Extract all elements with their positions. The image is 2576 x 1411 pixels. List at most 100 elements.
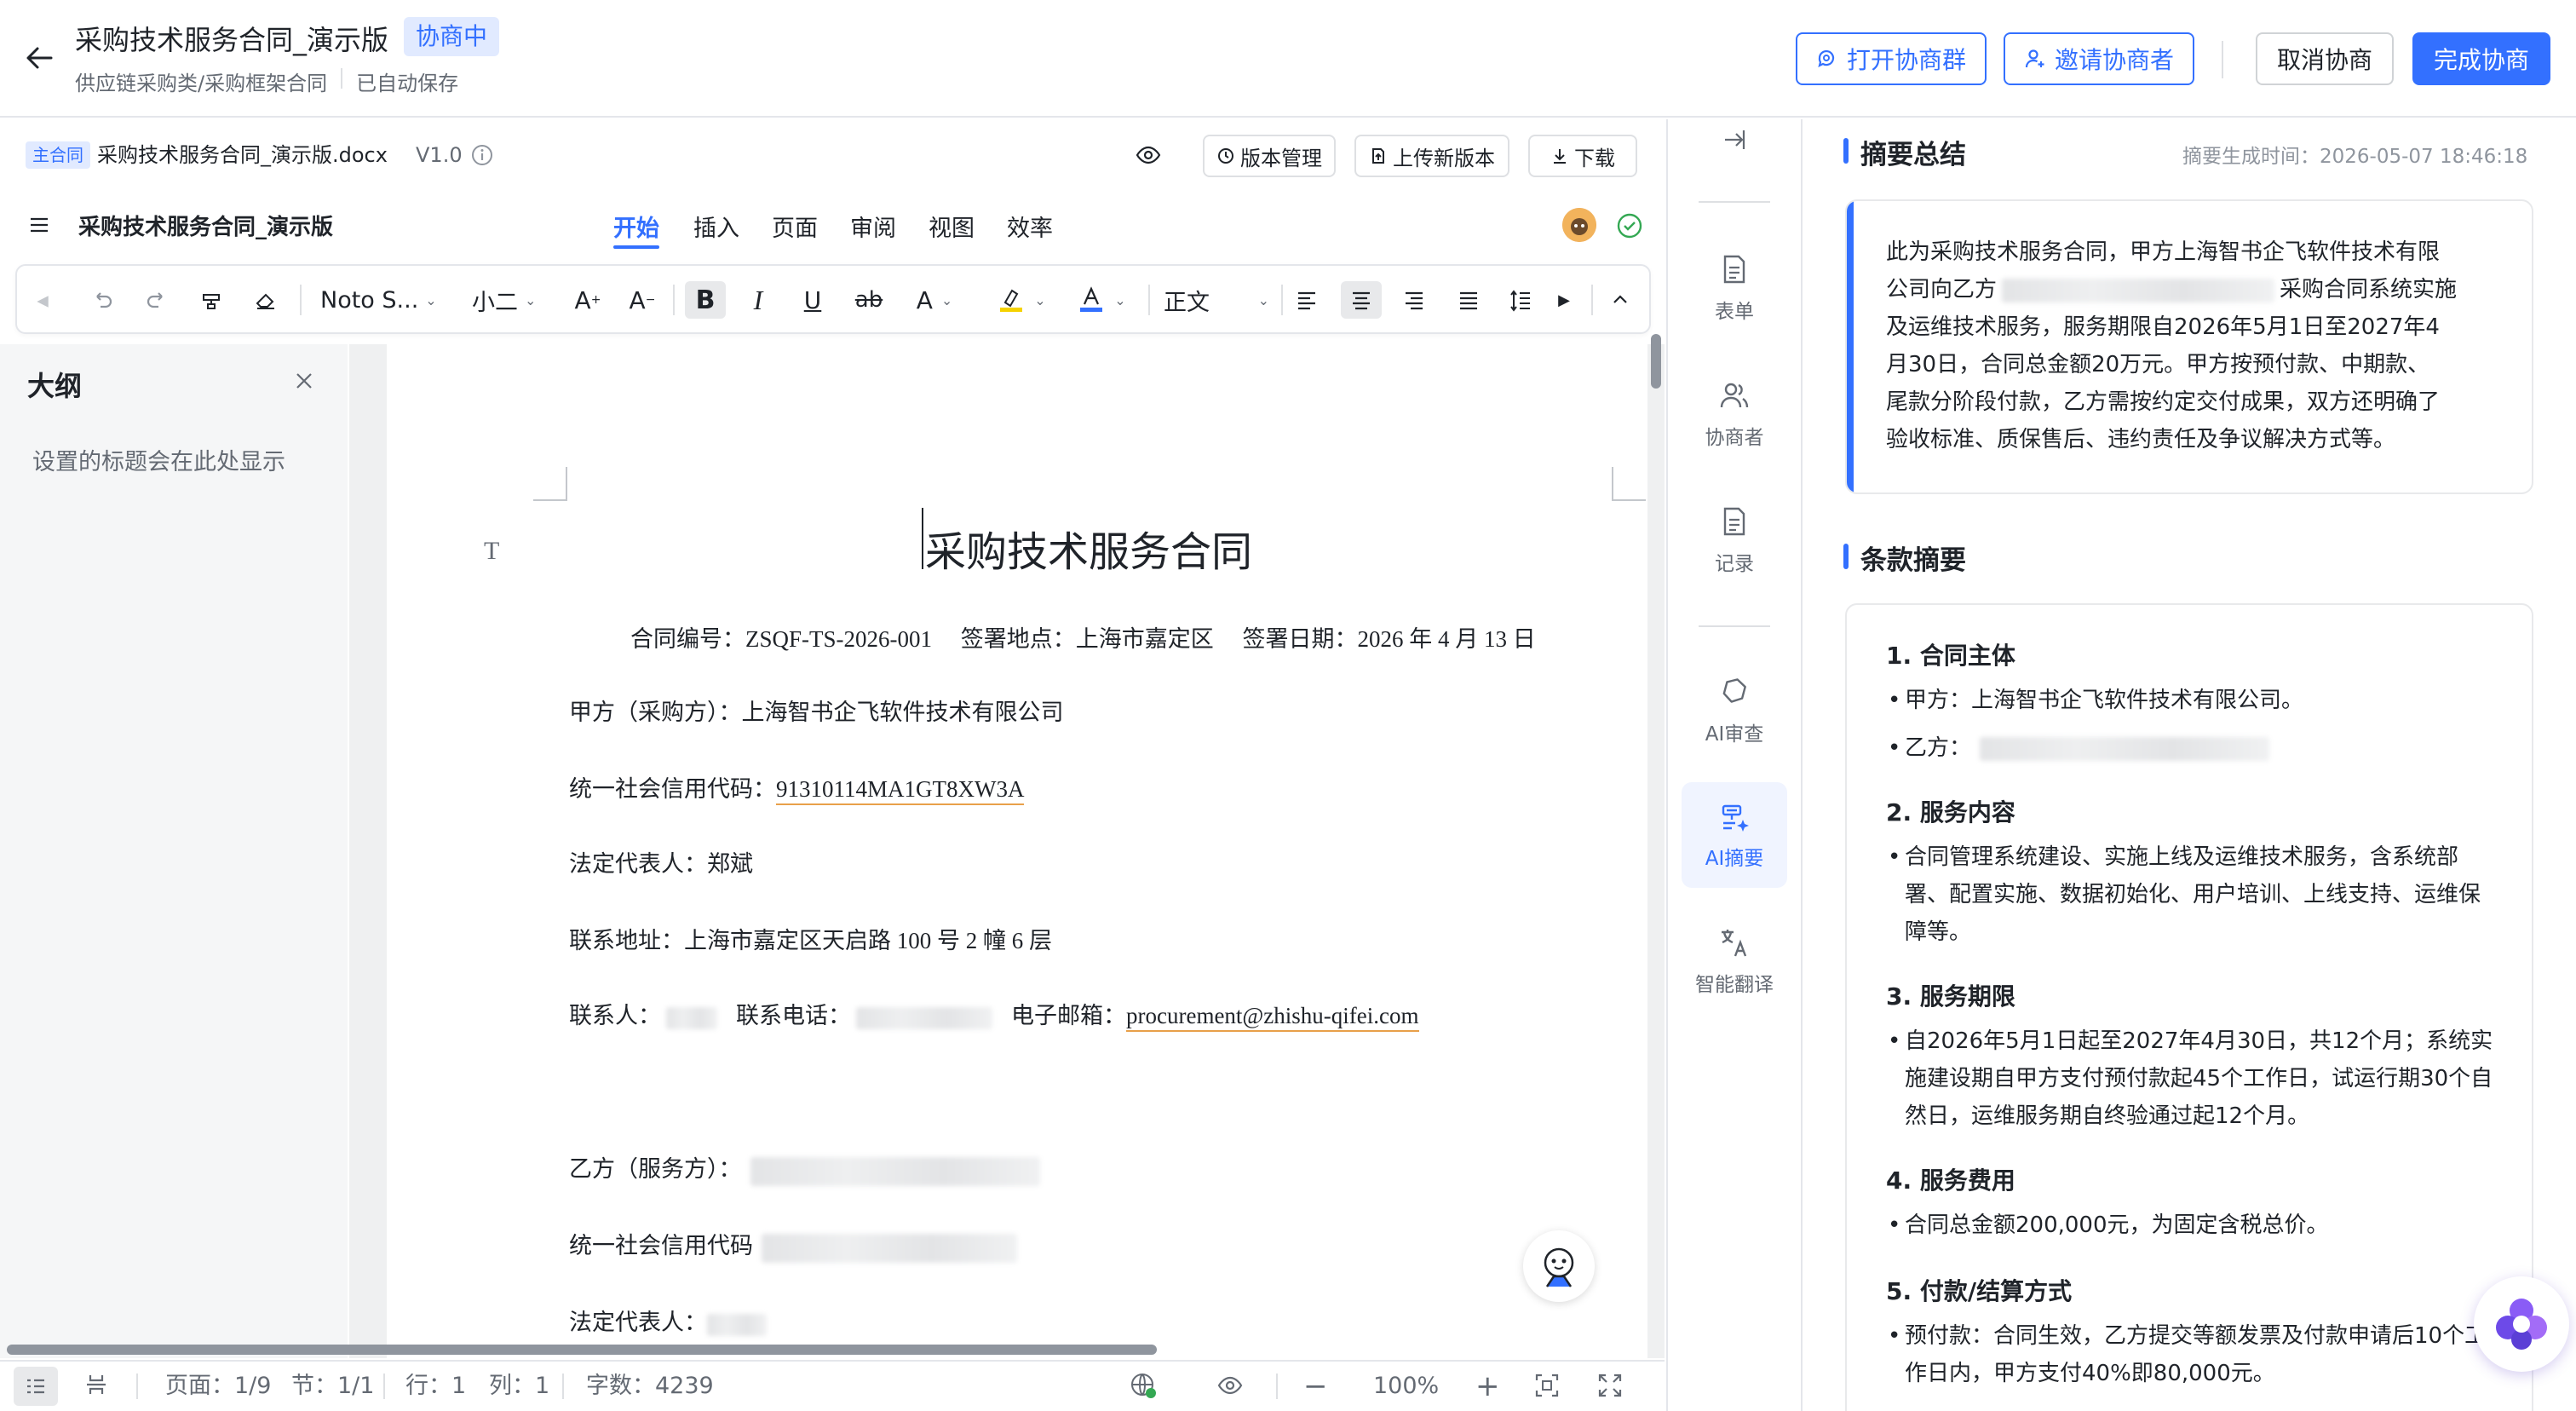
font-family-select[interactable]: Noto S... ⌄	[320, 281, 448, 319]
rail-translate[interactable]: 智能翻译	[1682, 908, 1787, 1014]
divider	[136, 1374, 138, 1399]
divider	[673, 285, 675, 315]
tab-review[interactable]: 审阅	[850, 210, 896, 243]
invite-label: 邀请协商者	[2054, 46, 2174, 74]
term-heading: 5. 付款/结算方式	[1886, 1277, 2073, 1305]
font-color-icon[interactable]: ⌄	[1070, 281, 1133, 319]
party-b-credit-line: 统一社会信用代码	[569, 1227, 1017, 1263]
category-path: 供应链采购类/采购框架合同	[75, 72, 328, 95]
term-bullet: 合同管理系统建设、实施上线及运维技术服务，含系统部署、配置实施、数据初始化、用户…	[1888, 838, 2501, 951]
justify-icon[interactable]	[1452, 281, 1486, 319]
collapse-panel-button[interactable]	[1682, 106, 1787, 174]
tab-view[interactable]: 视图	[929, 210, 975, 243]
summary-generated-time: 摘要生成时间：2026-05-07 18:46:18	[2182, 146, 2528, 168]
align-right-icon[interactable]	[1397, 281, 1431, 319]
rail-ai-summary[interactable]: AI摘要	[1682, 782, 1787, 888]
column-indicator: 列：1	[489, 1373, 550, 1399]
divider	[2222, 41, 2223, 78]
zoom-in-icon[interactable]: +	[1475, 1372, 1500, 1401]
cancel-negotiation-button[interactable]: 取消协商	[2256, 32, 2394, 85]
chevron-down-icon: ⌄	[1257, 291, 1269, 308]
menu-icon[interactable]	[26, 211, 53, 239]
download-button[interactable]: 下载	[1528, 135, 1637, 177]
main-contract-tag: 主合同	[26, 141, 90, 169]
ai-assistant-float-button[interactable]	[2474, 1276, 2569, 1372]
vertical-scrollbar[interactable]	[1651, 334, 1661, 389]
invite-button[interactable]: 邀请协商者	[2004, 32, 2194, 85]
italic-icon[interactable]: I	[741, 281, 775, 319]
tab-page[interactable]: 页面	[772, 210, 818, 243]
assistant-mascot-button[interactable]	[1523, 1230, 1595, 1302]
divider	[341, 68, 343, 89]
font-size-select[interactable]: 小二 ⌄	[472, 281, 557, 319]
increase-font-icon[interactable]: A +	[571, 281, 605, 319]
format-painter-icon[interactable]	[194, 281, 228, 319]
zoom-level[interactable]: 100%	[1373, 1372, 1439, 1401]
summary-line: 此为采购技术服务合同，甲方上海智书企飞软件技术有限	[1886, 239, 2441, 265]
text-effect-icon[interactable]: A ⌄	[906, 281, 963, 319]
decrease-font-icon[interactable]: A −	[625, 281, 659, 319]
language-globe-icon[interactable]	[1130, 1372, 1157, 1399]
paragraph-style-select[interactable]: 正文 ⌄	[1164, 281, 1269, 319]
preview-eye-icon[interactable]	[1135, 141, 1162, 169]
rail-form[interactable]: 表单	[1682, 235, 1787, 341]
paragraph-style-value: 正文	[1164, 289, 1210, 316]
undo-icon[interactable]	[85, 281, 119, 319]
highlight-color-icon[interactable]: ⌄	[990, 281, 1053, 319]
term-bullet: 预付款：合同生效，乙方提交等额发票及付款申请后10个工作日内，甲方支付40%即8…	[1888, 1317, 2501, 1392]
nav-prev-icon[interactable]: ◂	[29, 281, 56, 319]
collapse-toolbar-icon[interactable]	[1603, 281, 1637, 319]
eraser-icon[interactable]	[249, 281, 283, 319]
rail-record[interactable]: 记录	[1682, 487, 1787, 593]
chevron-down-icon: ⌄	[425, 291, 437, 308]
upload-version-button[interactable]: 上传新版本	[1354, 135, 1509, 177]
party-b-label: 乙方（服务方）：	[569, 1156, 742, 1182]
cloud-saved-icon[interactable]	[1615, 211, 1644, 240]
fit-page-icon[interactable]	[1533, 1372, 1561, 1399]
horizontal-scrollbar[interactable]	[7, 1345, 1157, 1355]
line-spacing-icon[interactable]	[1504, 281, 1538, 319]
rail-ai-review[interactable]: AI审查	[1682, 658, 1787, 763]
avatar[interactable]	[1562, 208, 1596, 242]
underline-icon[interactable]: U	[796, 281, 830, 319]
version-management-label: 版本管理	[1240, 146, 1322, 170]
row-indicator: 行：1	[405, 1373, 467, 1399]
ai-summary-icon	[1717, 799, 1751, 833]
fullscreen-icon[interactable]	[1596, 1372, 1624, 1399]
redacted-party-b	[750, 1156, 1040, 1186]
tab-efficiency[interactable]: 效率	[1007, 210, 1053, 243]
info-icon[interactable]	[470, 143, 494, 167]
align-left-icon[interactable]	[1290, 281, 1324, 319]
party-b-credit-label: 统一社会信用代码	[569, 1233, 753, 1258]
divider	[300, 285, 302, 315]
zoom-out-icon[interactable]: −	[1303, 1372, 1328, 1401]
redo-icon[interactable]	[140, 281, 174, 319]
back-arrow-icon[interactable]	[19, 37, 60, 78]
tab-start[interactable]: 开始	[613, 210, 659, 243]
close-icon[interactable]	[291, 368, 317, 394]
reading-mode-eye-icon[interactable]	[1216, 1372, 1244, 1399]
page-indicator: 页面：1/9	[165, 1373, 272, 1399]
outline-toggle-icon[interactable]	[14, 1367, 58, 1406]
open-group-button[interactable]: 打开协商群	[1796, 32, 1987, 85]
term-bullet: 乙方：	[1888, 729, 2501, 767]
save-state: 已自动保存	[356, 72, 459, 95]
strikethrough-icon[interactable]: ab	[850, 281, 888, 319]
redacted-party-b	[1980, 736, 2270, 761]
page-layout-icon[interactable]	[83, 1372, 109, 1397]
summary-line: 月30日，合同总金额20万元。甲方按预付款、中期款、	[1886, 352, 2430, 377]
align-center-icon[interactable]	[1341, 281, 1382, 319]
margin-corner-marker	[533, 467, 567, 501]
party-b-legal-label: 法定代表人：	[569, 1310, 707, 1335]
divider	[383, 1374, 385, 1399]
active-tab-indicator	[613, 245, 659, 249]
version-management-button[interactable]: 版本管理	[1203, 135, 1336, 177]
bold-icon[interactable]: B	[685, 281, 726, 319]
tab-insert[interactable]: 插入	[693, 210, 739, 243]
chevron-down-icon: ⌄	[525, 291, 537, 308]
summary-text: 此为采购技术服务合同，甲方上海智书企飞软件技术有限 公司向乙方 采购合同系统实施 …	[1886, 233, 2508, 458]
rail-negotiators[interactable]: 协商者	[1682, 361, 1787, 467]
complete-negotiation-button[interactable]: 完成协商	[2412, 32, 2550, 85]
address-line: 联系地址：上海市嘉定区天启路 100 号 2 幢 6 层	[569, 928, 1052, 953]
more-right-icon[interactable]: ▶	[1550, 281, 1578, 319]
